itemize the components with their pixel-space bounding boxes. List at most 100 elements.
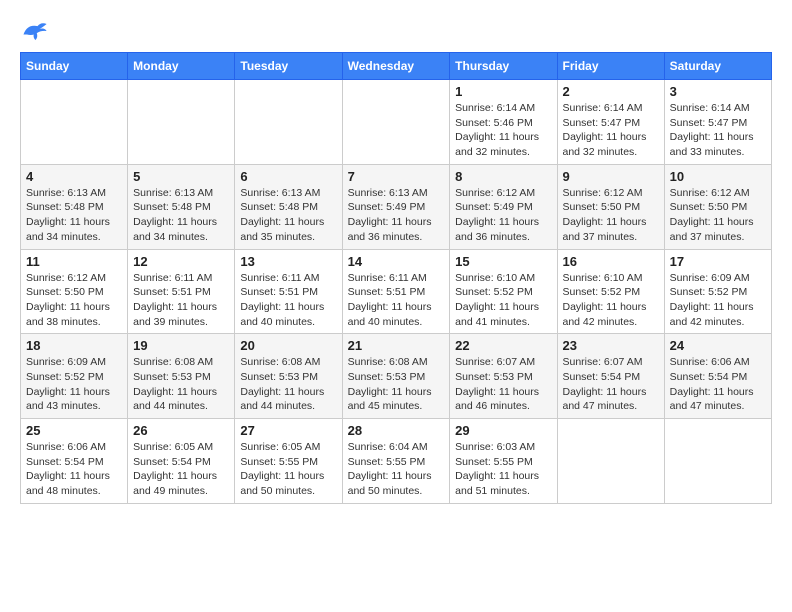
calendar-header-row: SundayMondayTuesdayWednesdayThursdayFrid…: [21, 53, 772, 80]
day-info: Sunrise: 6:05 AM Sunset: 5:54 PM Dayligh…: [133, 440, 229, 499]
calendar-cell: 19Sunrise: 6:08 AM Sunset: 5:53 PM Dayli…: [128, 334, 235, 419]
calendar-cell: 24 Sunrise: 6:06 AM Sunset: 5:54 PM Dayli…: [664, 334, 771, 419]
col-header-friday: Friday: [557, 53, 664, 80]
calendar-week-row: 1Sunrise: 6:14 AM Sunset: 5:46 PM Daylig…: [21, 80, 772, 165]
logo: [20, 20, 52, 42]
calendar-cell: 9 Sunrise: 6:12 AM Sunset: 5:50 PM Daylig…: [557, 164, 664, 249]
col-header-wednesday: Wednesday: [342, 53, 450, 80]
day-info: Sunrise: 6:03 AM Sunset: 5:55 PM Dayligh…: [455, 440, 551, 499]
day-info: Sunrise: 6:08 AM Sunset: 5:53 PM Dayligh…: [348, 355, 445, 414]
calendar-cell: [664, 419, 771, 504]
day-number: 26: [133, 423, 229, 438]
day-number: 10: [670, 169, 766, 184]
calendar-cell: [128, 80, 235, 165]
calendar-cell: 11Sunrise: 6:12 AM Sunset: 5:50 PM Dayli…: [21, 249, 128, 334]
day-info: Sunrise: 6:08 AM Sunset: 5:53 PM Dayligh…: [240, 355, 336, 414]
day-number: 15: [455, 254, 551, 269]
calendar-cell: [21, 80, 128, 165]
col-header-tuesday: Tuesday: [235, 53, 342, 80]
day-info: Sunrise: 6:06 AM Sunset: 5:54 PM Dayligh…: [670, 355, 766, 414]
day-number: 16: [563, 254, 659, 269]
day-info: Sunrise: 6:09 AM Sunset: 5:52 PM Dayligh…: [670, 271, 766, 330]
col-header-monday: Monday: [128, 53, 235, 80]
day-info: Sunrise: 6:08 AM Sunset: 5:53 PM Dayligh…: [133, 355, 229, 414]
calendar-cell: 29 Sunrise: 6:03 AM Sunset: 5:55 PM Dayli…: [450, 419, 557, 504]
day-number: 24: [670, 338, 766, 353]
day-number: 27: [240, 423, 336, 438]
day-number: 9: [563, 169, 659, 184]
day-number: 6: [240, 169, 336, 184]
day-number: 7: [348, 169, 445, 184]
calendar-cell: 17 Sunrise: 6:09 AM Sunset: 5:52 PM Dayli…: [664, 249, 771, 334]
day-info: Sunrise: 6:10 AM Sunset: 5:52 PM Dayligh…: [563, 271, 659, 330]
day-number: 5: [133, 169, 229, 184]
calendar-cell: 12Sunrise: 6:11 AM Sunset: 5:51 PM Dayli…: [128, 249, 235, 334]
calendar-cell: 22 Sunrise: 6:07 AM Sunset: 5:53 PM Dayli…: [450, 334, 557, 419]
calendar-cell: 26 Sunrise: 6:05 AM Sunset: 5:54 PM Dayli…: [128, 419, 235, 504]
day-info: Sunrise: 6:09 AM Sunset: 5:52 PM Dayligh…: [26, 355, 122, 414]
day-info: Sunrise: 6:05 AM Sunset: 5:55 PM Dayligh…: [240, 440, 336, 499]
calendar-cell: 18 Sunrise: 6:09 AM Sunset: 5:52 PM Dayli…: [21, 334, 128, 419]
day-number: 14: [348, 254, 445, 269]
calendar-week-row: 4 Sunrise: 6:13 AM Sunset: 5:48 PM Daylig…: [21, 164, 772, 249]
day-info: Sunrise: 6:12 AM Sunset: 5:50 PM Dayligh…: [26, 271, 122, 330]
calendar-cell: 16 Sunrise: 6:10 AM Sunset: 5:52 PM Dayli…: [557, 249, 664, 334]
day-info: Sunrise: 6:13 AM Sunset: 5:49 PM Dayligh…: [348, 186, 445, 245]
day-number: 20: [240, 338, 336, 353]
calendar-cell: 3 Sunrise: 6:14 AM Sunset: 5:47 PM Daylig…: [664, 80, 771, 165]
calendar-cell: 1Sunrise: 6:14 AM Sunset: 5:46 PM Daylig…: [450, 80, 557, 165]
calendar-cell: 13 Sunrise: 6:11 AM Sunset: 5:51 PM Dayli…: [235, 249, 342, 334]
day-info: Sunrise: 6:13 AM Sunset: 5:48 PM Dayligh…: [26, 186, 122, 245]
day-number: 3: [670, 84, 766, 99]
calendar-table: SundayMondayTuesdayWednesdayThursdayFrid…: [20, 52, 772, 504]
day-number: 23: [563, 338, 659, 353]
day-info: Sunrise: 6:11 AM Sunset: 5:51 PM Dayligh…: [240, 271, 336, 330]
day-info: Sunrise: 6:13 AM Sunset: 5:48 PM Dayligh…: [240, 186, 336, 245]
calendar-cell: 20 Sunrise: 6:08 AM Sunset: 5:53 PM Dayli…: [235, 334, 342, 419]
calendar-week-row: 18 Sunrise: 6:09 AM Sunset: 5:52 PM Dayli…: [21, 334, 772, 419]
calendar-cell: 25Sunrise: 6:06 AM Sunset: 5:54 PM Dayli…: [21, 419, 128, 504]
day-number: 29: [455, 423, 551, 438]
day-info: Sunrise: 6:04 AM Sunset: 5:55 PM Dayligh…: [348, 440, 445, 499]
day-info: Sunrise: 6:12 AM Sunset: 5:49 PM Dayligh…: [455, 186, 551, 245]
day-number: 28: [348, 423, 445, 438]
calendar-week-row: 25Sunrise: 6:06 AM Sunset: 5:54 PM Dayli…: [21, 419, 772, 504]
calendar-cell: [235, 80, 342, 165]
day-info: Sunrise: 6:12 AM Sunset: 5:50 PM Dayligh…: [563, 186, 659, 245]
calendar-cell: 8 Sunrise: 6:12 AM Sunset: 5:49 PM Daylig…: [450, 164, 557, 249]
day-number: 18: [26, 338, 122, 353]
day-info: Sunrise: 6:11 AM Sunset: 5:51 PM Dayligh…: [348, 271, 445, 330]
day-number: 13: [240, 254, 336, 269]
calendar-cell: 21 Sunrise: 6:08 AM Sunset: 5:53 PM Dayli…: [342, 334, 450, 419]
col-header-thursday: Thursday: [450, 53, 557, 80]
day-number: 12: [133, 254, 229, 269]
day-number: 4: [26, 169, 122, 184]
day-info: Sunrise: 6:14 AM Sunset: 5:47 PM Dayligh…: [563, 101, 659, 160]
page-header: [20, 20, 772, 42]
col-header-saturday: Saturday: [664, 53, 771, 80]
calendar-cell: 6 Sunrise: 6:13 AM Sunset: 5:48 PM Daylig…: [235, 164, 342, 249]
day-number: 8: [455, 169, 551, 184]
day-info: Sunrise: 6:10 AM Sunset: 5:52 PM Dayligh…: [455, 271, 551, 330]
calendar-week-row: 11Sunrise: 6:12 AM Sunset: 5:50 PM Dayli…: [21, 249, 772, 334]
day-number: 1: [455, 84, 551, 99]
calendar-cell: [342, 80, 450, 165]
day-info: Sunrise: 6:14 AM Sunset: 5:47 PM Dayligh…: [670, 101, 766, 160]
day-number: 22: [455, 338, 551, 353]
day-number: 25: [26, 423, 122, 438]
calendar-cell: 4 Sunrise: 6:13 AM Sunset: 5:48 PM Daylig…: [21, 164, 128, 249]
calendar-cell: 27 Sunrise: 6:05 AM Sunset: 5:55 PM Dayli…: [235, 419, 342, 504]
day-info: Sunrise: 6:07 AM Sunset: 5:54 PM Dayligh…: [563, 355, 659, 414]
calendar-cell: 5 Sunrise: 6:13 AM Sunset: 5:48 PM Daylig…: [128, 164, 235, 249]
day-number: 17: [670, 254, 766, 269]
calendar-cell: 2Sunrise: 6:14 AM Sunset: 5:47 PM Daylig…: [557, 80, 664, 165]
calendar-cell: 28 Sunrise: 6:04 AM Sunset: 5:55 PM Dayli…: [342, 419, 450, 504]
day-info: Sunrise: 6:13 AM Sunset: 5:48 PM Dayligh…: [133, 186, 229, 245]
calendar-cell: [557, 419, 664, 504]
day-info: Sunrise: 6:07 AM Sunset: 5:53 PM Dayligh…: [455, 355, 551, 414]
day-info: Sunrise: 6:12 AM Sunset: 5:50 PM Dayligh…: [670, 186, 766, 245]
day-number: 21: [348, 338, 445, 353]
calendar-cell: 14 Sunrise: 6:11 AM Sunset: 5:51 PM Dayli…: [342, 249, 450, 334]
col-header-sunday: Sunday: [21, 53, 128, 80]
calendar-cell: 15 Sunrise: 6:10 AM Sunset: 5:52 PM Dayli…: [450, 249, 557, 334]
